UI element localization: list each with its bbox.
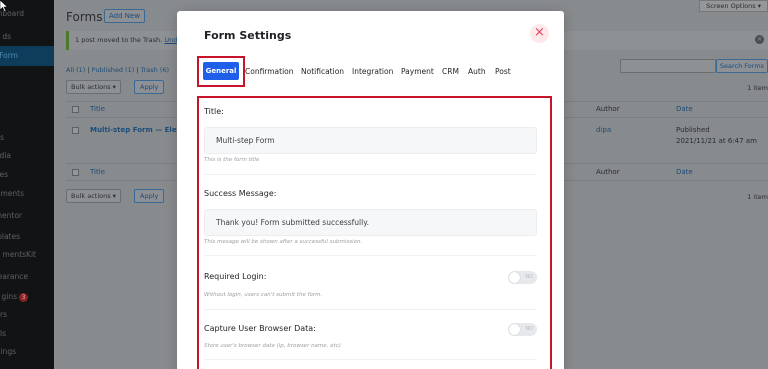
row-date: 2021/11/21 at 6:47 am: [676, 137, 757, 145]
sidebar-item-metform[interactable]: tForm: [0, 46, 54, 66]
search-forms-input[interactable]: [620, 59, 716, 73]
sidebar-item-templates[interactable]: nplates: [0, 227, 54, 247]
sidebar-item-label: ds: [2, 32, 11, 41]
tab-integration[interactable]: Integration: [352, 67, 393, 76]
plugins-count-badge: 3: [19, 293, 28, 302]
required-login-help: Without login, users can't submit the fo…: [204, 292, 323, 298]
tab-payment[interactable]: Payment: [401, 67, 434, 76]
sidebar-item-label: tForm: [0, 51, 18, 60]
sidebar-item-label: earance: [0, 272, 28, 281]
toggle-state-label: NO: [525, 326, 533, 332]
title-input[interactable]: Multi-step Form: [204, 127, 537, 154]
sidebar-item-plugins[interactable]: gins 3: [0, 287, 54, 307]
filter-all-link[interactable]: All (1): [66, 66, 85, 74]
bulk-actions-select-top[interactable]: Bulk actions ▾: [66, 80, 121, 94]
tab-auth[interactable]: Auth: [468, 67, 486, 76]
sidebar-item-label: dia: [0, 151, 11, 160]
success-message-help: This mesage will be shown after a succes…: [204, 239, 363, 245]
tab-confirmation[interactable]: Confirmation: [245, 67, 294, 76]
search-forms-button[interactable]: Search Forms: [716, 59, 768, 73]
items-count-top: 1 item: [747, 84, 768, 92]
sidebar-item-comments[interactable]: mments: [0, 184, 54, 204]
filter-published-link[interactable]: Published (1): [92, 66, 135, 74]
capture-browser-data-toggle[interactable]: NO: [508, 323, 537, 336]
select-all-checkbox-bottom[interactable]: [72, 169, 79, 176]
form-settings-modal: Form Settings × General Confirmation Not…: [177, 11, 564, 369]
apply-button-bottom[interactable]: Apply: [134, 189, 165, 203]
sidebar-item-media[interactable]: dia: [0, 146, 54, 166]
add-new-button[interactable]: Add New: [104, 9, 146, 23]
notice-text: 1 post moved to the Trash.: [75, 36, 163, 44]
apply-button-top[interactable]: Apply: [134, 80, 165, 94]
sidebar-dot: s: [0, 133, 4, 142]
screen-options-button[interactable]: Screen Options ▾: [699, 0, 768, 12]
admin-sidebar: hboard ds tForm s dia es mments mentor n…: [0, 0, 54, 369]
sidebar-item-label: rs: [0, 310, 7, 319]
sidebar-item-appearance[interactable]: earance: [0, 267, 54, 287]
sidebar-item-tools[interactable]: ls: [0, 324, 54, 344]
toggle-knob: [509, 272, 520, 283]
column-header-date[interactable]: Date: [676, 105, 693, 113]
sidebar-item-forms-parent[interactable]: ds: [0, 27, 54, 47]
sidebar-item-elementskit[interactable]: mentsKit: [0, 245, 54, 265]
modal-title: Form Settings: [204, 29, 292, 42]
page-title: Forms: [66, 10, 103, 24]
sidebar-item-users[interactable]: rs: [0, 305, 54, 325]
sidebar-item-elementor[interactable]: mentor: [0, 206, 54, 226]
tab-crm[interactable]: CRM: [442, 67, 459, 76]
capture-browser-data-help: Store user's browser data (ip, browser n…: [204, 343, 341, 349]
row-checkbox[interactable]: [72, 127, 79, 134]
close-icon[interactable]: ×: [530, 24, 549, 43]
column-footer-title[interactable]: Title: [90, 168, 105, 176]
sidebar-item-dashboard[interactable]: hboard: [0, 4, 54, 24]
items-count-bottom: 1 item: [747, 193, 768, 201]
tab-general[interactable]: General: [203, 62, 239, 80]
column-header-author: Author: [596, 105, 620, 113]
row-title-link[interactable]: Multi-step Form — Eleme: [90, 126, 189, 134]
bulk-actions-select-bottom[interactable]: Bulk actions ▾: [66, 189, 121, 203]
field-divider: [204, 174, 537, 175]
dismiss-notice-icon[interactable]: ×: [755, 35, 764, 44]
sidebar-item-label-wrap: gins 3: [1, 287, 28, 307]
sidebar-item-label: nplates: [0, 232, 20, 241]
column-footer-date[interactable]: Date: [676, 168, 693, 176]
mouse-cursor-icon: [0, 0, 8, 12]
sidebar-item-separator: s: [0, 128, 54, 148]
title-help: This is the form title: [204, 157, 260, 163]
required-login-toggle[interactable]: NO: [508, 271, 537, 284]
title-label: Title:: [204, 107, 224, 116]
column-footer-author: Author: [596, 168, 620, 176]
sidebar-item-label: ings: [0, 347, 16, 356]
row-author-link[interactable]: dipa: [596, 126, 611, 134]
field-divider: [204, 255, 537, 256]
sidebar-item-label: mentor: [0, 211, 22, 220]
sidebar-item-label: mments: [0, 189, 24, 198]
capture-browser-data-label: Capture User Browser Data:: [204, 324, 316, 333]
tab-notification[interactable]: Notification: [301, 67, 344, 76]
required-login-label: Required Login:: [204, 272, 267, 281]
field-divider: [204, 359, 537, 360]
sidebar-item-settings[interactable]: ings: [0, 342, 54, 362]
toggle-knob: [509, 324, 520, 335]
sidebar-item-label: mentsKit: [2, 250, 36, 259]
tab-post[interactable]: Post: [495, 67, 511, 76]
filter-trash-link[interactable]: Trash (6): [141, 66, 169, 74]
post-status-filter: All (1) | Published (1) | Trash (6): [66, 66, 169, 74]
select-all-checkbox[interactable]: [72, 106, 79, 113]
sidebar-item-label: es: [0, 170, 8, 179]
field-divider: [204, 309, 537, 310]
sidebar-item-pages[interactable]: es: [0, 165, 54, 185]
row-status: Published: [676, 126, 710, 134]
toggle-state-label: NO: [525, 274, 533, 280]
success-message-label: Success Message:: [204, 189, 277, 198]
sidebar-item-label: ls: [0, 329, 6, 338]
success-message-input[interactable]: Thank you! Form submitted successfully.: [204, 209, 537, 236]
column-header-title[interactable]: Title: [90, 105, 105, 113]
sidebar-item-label: gins: [1, 292, 17, 301]
